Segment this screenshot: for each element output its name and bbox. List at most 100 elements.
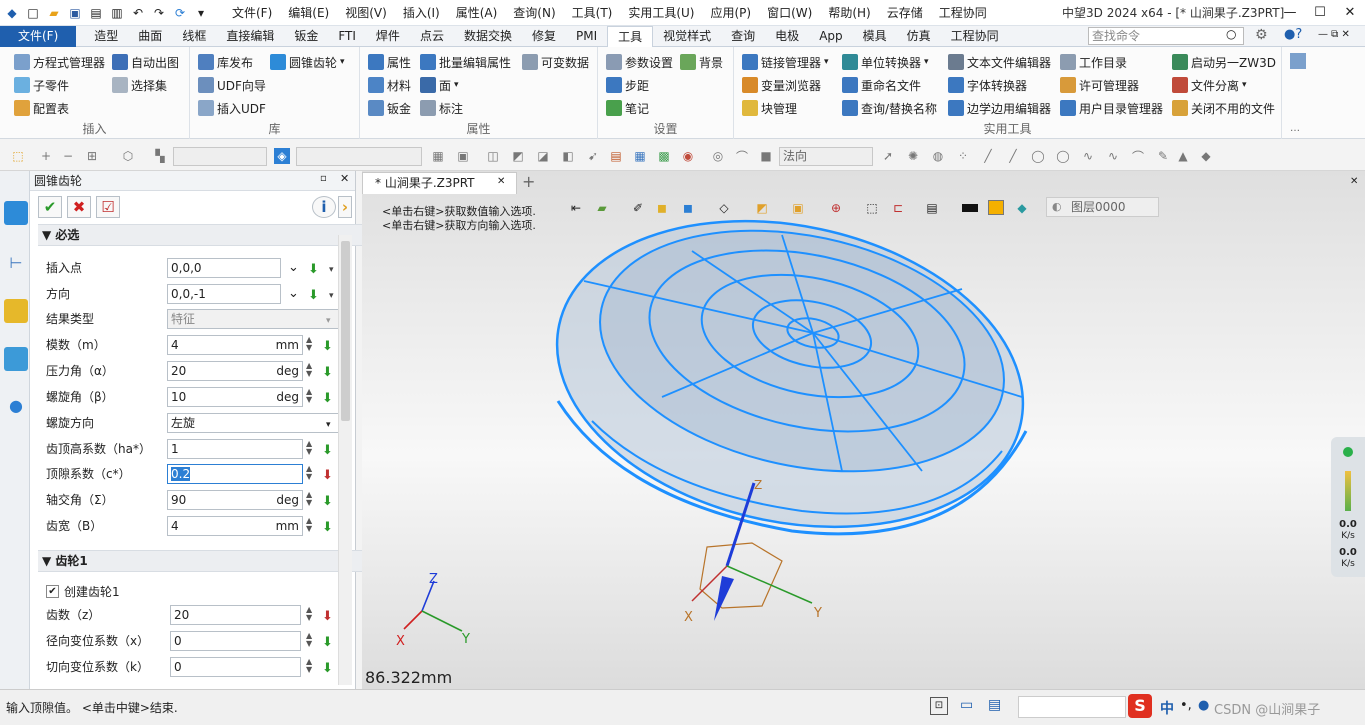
toolbar-tool-20-icon[interactable]: ◆ (1198, 148, 1214, 164)
section-gear1[interactable]: ▼ 齿轮1 (38, 550, 362, 572)
pick-green-icon[interactable]: ⬇ (308, 285, 319, 307)
license-manager-button[interactable]: 许可管理器 (1060, 74, 1139, 96)
menu-attributes[interactable]: 属性(A) (448, 0, 506, 26)
tab-collab[interactable]: 工程协同 (941, 26, 1009, 47)
pick-green-icon[interactable]: ⬇ (322, 491, 333, 513)
create-gear1-checkbox[interactable]: ✔ (46, 585, 59, 598)
spin-arrows-icon[interactable]: ▲ ▼ (306, 606, 312, 622)
bevel-gear-tab-icon[interactable] (4, 201, 28, 225)
document-tab[interactable]: * 山涧果子.Z3PRT (362, 172, 517, 194)
view-cube-icon[interactable]: ◼ (654, 200, 670, 216)
udf-wizard-button[interactable]: UDF向导 (198, 74, 266, 96)
tab-close-icon[interactable]: ✕ (497, 176, 505, 187)
status-input-box[interactable] (1018, 696, 1126, 718)
chevron-down-icon[interactable]: ▾ (340, 57, 345, 67)
link-manager-button[interactable]: 链接管理器 ▾ (742, 51, 829, 73)
annotation-button[interactable]: 标注 (420, 97, 463, 119)
view-wire-cube-icon[interactable]: ◇ (716, 200, 732, 216)
app-logo-icon[interactable]: ◆ (3, 4, 21, 22)
close-icon[interactable]: ✕ (1335, 0, 1365, 26)
circle-icon[interactable]: ◯ (1030, 148, 1046, 164)
pick-filter-icon[interactable]: ⬚ (10, 148, 26, 164)
pick-green-icon[interactable]: ⬇ (322, 440, 333, 462)
status-tool-1-icon[interactable]: ⊡ (930, 697, 948, 715)
insert-point-input[interactable]: 0,0,0 (167, 258, 281, 278)
tab-visual-style[interactable]: 视觉样式 (653, 26, 721, 47)
spin-arrows-icon[interactable]: ▲ ▼ (306, 465, 312, 481)
rename-file-button[interactable]: 重命名文件 (842, 74, 921, 96)
menu-apps[interactable]: 应用(P) (703, 0, 760, 26)
pick-green-icon[interactable]: ⬇ (308, 259, 319, 281)
menu-collab[interactable]: 工程协同 (931, 0, 995, 26)
view-undo-icon[interactable]: ⇤ (568, 200, 584, 216)
polygon-select-icon[interactable]: ⬡ (120, 148, 136, 164)
status-tool-3-icon[interactable]: ▤ (988, 697, 1001, 713)
panel-expand-icon[interactable]: › (338, 196, 352, 218)
settings-gear-icon[interactable]: ⚙ (1255, 27, 1268, 43)
file-split-button[interactable]: 文件分离 ▾ (1172, 74, 1247, 96)
wave-icon[interactable]: ∿ (1105, 148, 1121, 164)
filter-icon[interactable]: ▚ (152, 148, 168, 164)
remove-icon[interactable]: − (60, 148, 76, 164)
toolbar-tool-2-icon[interactable]: ▣ (455, 148, 471, 164)
sheetmetal-prop-button[interactable]: 钣金 (368, 97, 411, 119)
pick-green-icon[interactable]: ⬇ (322, 632, 333, 654)
ribbon-overflow-icon[interactable] (1290, 53, 1306, 69)
tab-simulation[interactable]: 仿真 (897, 26, 941, 47)
chevron-down-icon[interactable]: ▾ (454, 80, 459, 90)
view-zoom-box-icon[interactable]: ⬚ (864, 200, 880, 216)
background-button[interactable]: 背景 (680, 51, 723, 73)
clearance-coef-input[interactable]: 0.2 (167, 464, 303, 484)
toolbar-tool-7-icon[interactable]: ➹ (585, 148, 601, 164)
tab-app[interactable]: App (809, 26, 852, 47)
panel-scrollbar[interactable] (338, 235, 352, 685)
3d-viewport[interactable]: X Y Z Z X Y (362, 171, 1365, 689)
info-icon[interactable]: i (312, 196, 336, 218)
view-display-icon[interactable]: ▤ (924, 200, 940, 216)
save-icon[interactable]: ▣ (66, 4, 84, 22)
direction-arrow-icon[interactable] (714, 576, 734, 621)
toolbar-tool-14-icon[interactable]: ■ (758, 148, 774, 164)
tab-surface[interactable]: 曲面 (128, 26, 172, 47)
view-section-icon[interactable]: ⊏ (890, 200, 906, 216)
tab-wireframe[interactable]: 线框 (172, 26, 216, 47)
tab-pmi[interactable]: PMI (566, 26, 607, 47)
spin-arrows-icon[interactable]: ▲ ▼ (306, 632, 312, 648)
user-icon[interactable]: ● (4, 393, 28, 417)
box-select-icon[interactable]: ⊞ (84, 148, 100, 164)
arc-icon[interactable]: ⌒ (1130, 148, 1146, 164)
notes-button[interactable]: 笔记 (606, 97, 649, 119)
menu-edit[interactable]: 编辑(E) (280, 0, 337, 26)
chevron-down-icon[interactable]: ▾ (329, 259, 334, 281)
variable-data-button[interactable]: 可变数据 (522, 51, 589, 73)
toolbar-tool-8-icon[interactable]: ▤ (608, 148, 624, 164)
curve-icon[interactable]: ∿ (1080, 148, 1096, 164)
toolbar-tool-15-icon[interactable]: ➚ (880, 148, 896, 164)
panel-close-icon[interactable]: ✕ (340, 172, 349, 185)
menu-utilities[interactable]: 实用工具(U) (620, 0, 702, 26)
addendum-coef-input[interactable]: 1 (167, 439, 303, 459)
block-manager-button[interactable]: 块管理 (742, 97, 797, 119)
undo-icon[interactable]: ↶ (129, 4, 147, 22)
scrollbar-thumb[interactable] (341, 241, 350, 421)
face-button[interactable]: 面 ▾ (420, 74, 459, 96)
tab-tools[interactable]: 工具 (607, 26, 654, 48)
pen-icon[interactable]: ✎ (1155, 148, 1171, 164)
view-eraser-icon[interactable]: ✐ (630, 200, 646, 216)
pick-green-icon[interactable]: ⬇ (322, 517, 333, 539)
maximize-icon[interactable]: ☐ (1305, 0, 1335, 26)
tab-mold[interactable]: 模具 (853, 26, 897, 47)
smart-pick-icon[interactable]: ◈ (274, 148, 290, 164)
menu-help[interactable]: 帮助(H) (820, 0, 878, 26)
menu-cloud[interactable]: 云存储 (879, 0, 931, 26)
toolbar-tool-10-icon[interactable]: ▩ (656, 148, 672, 164)
tangential-shift-input[interactable]: 0 (170, 657, 301, 677)
toolbar-tool-4-icon[interactable]: ◩ (510, 148, 526, 164)
spin-arrows-icon[interactable]: ▲ ▼ (306, 362, 312, 378)
tab-weldment[interactable]: 焊件 (366, 26, 410, 47)
toolbar-tool-9-icon[interactable]: ▦ (632, 148, 648, 164)
minimize-icon[interactable]: — (1275, 0, 1305, 26)
ime-punct-icon[interactable]: •, (1180, 698, 1192, 713)
tab-query[interactable]: 查询 (721, 26, 765, 47)
chevron-double-down-icon[interactable]: ⌄ (288, 283, 299, 305)
